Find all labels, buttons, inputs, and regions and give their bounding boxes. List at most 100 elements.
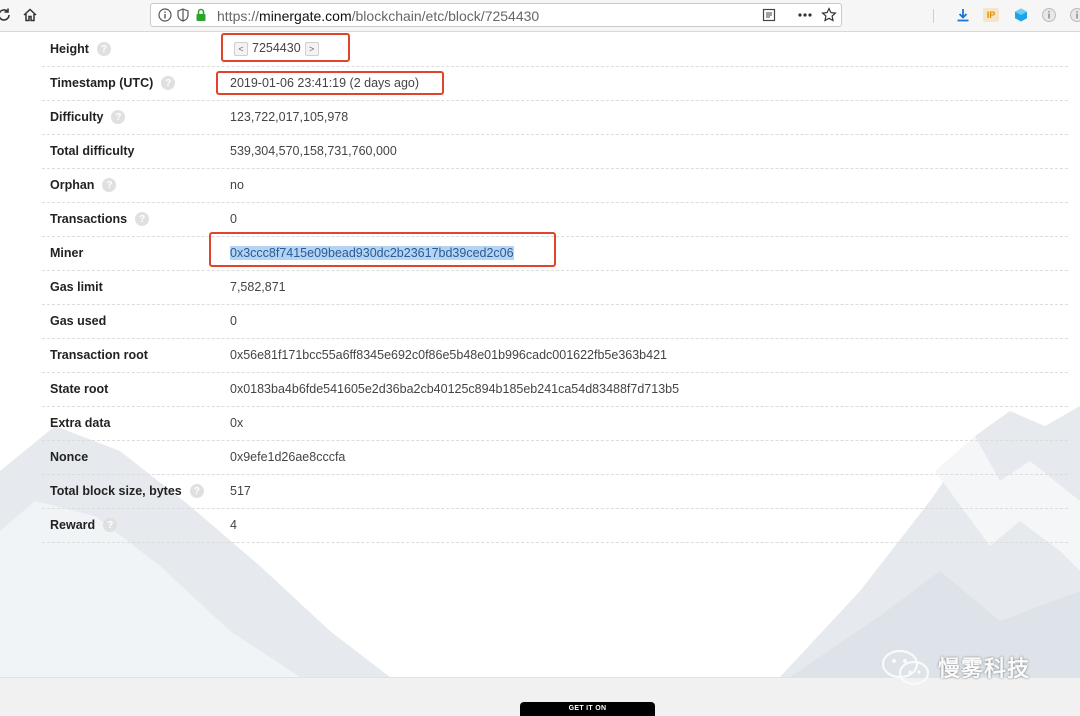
row-label-text: Timestamp (UTC): [50, 76, 153, 90]
row-nonce: Nonce 0x9efe1d26ae8cccfa: [42, 441, 1068, 475]
row-label-text: Gas used: [50, 314, 106, 328]
extension-info-icon[interactable]: [1039, 5, 1059, 25]
row-value-text: 0: [230, 212, 237, 226]
cube-extension-icon[interactable]: [1011, 5, 1031, 25]
row-value-text: no: [230, 178, 244, 192]
row-label-text: Height: [50, 42, 89, 56]
wechat-icon: [880, 648, 932, 686]
reader-view-icon[interactable]: [761, 7, 777, 23]
row-state-root: State root 0x0183ba4b6fde541605e2d36ba2cb…: [42, 373, 1068, 407]
row-value-text: 0x9efe1d26ae8cccfa: [230, 450, 345, 464]
browser-toolbar: https://minergate.com/blockchain/etc/blo…: [0, 0, 1080, 32]
row-value: 0x0183ba4b6fde541605e2d36ba2cb40125c894b…: [230, 382, 679, 396]
download-icon[interactable]: [953, 5, 973, 25]
row-label: Nonce: [50, 450, 88, 464]
row-value: 539,304,570,158,731,760,000: [230, 144, 397, 158]
row-value-text: 0: [230, 314, 237, 328]
row-value: 0x9efe1d26ae8cccfa: [230, 450, 345, 464]
row-label: Transactions?: [50, 212, 149, 226]
row-label: Transaction root: [50, 348, 148, 362]
row-value: 0x56e81f171bcc55a6ff8345e692c0f86e5b48e0…: [230, 348, 667, 362]
address-bar[interactable]: https://minergate.com/blockchain/etc/blo…: [150, 3, 842, 27]
row-label: Gas limit: [50, 280, 103, 294]
row-value: 4: [230, 518, 237, 532]
ip-extension-icon[interactable]: IP: [981, 5, 1001, 25]
row-label: Height?: [50, 42, 111, 56]
extension-info-icon-2[interactable]: [1067, 5, 1080, 25]
reload-icon[interactable]: [0, 5, 14, 25]
url-text[interactable]: https://minergate.com/blockchain/etc/blo…: [217, 8, 539, 24]
row-label-text: Gas limit: [50, 280, 103, 294]
row-label-text: Total block size, bytes: [50, 484, 182, 498]
row-label: Miner: [50, 246, 83, 260]
row-label-text: Transaction root: [50, 348, 148, 362]
row-label-text: Difficulty: [50, 110, 103, 124]
row-label-text: Transactions: [50, 212, 127, 226]
bookmark-star-icon[interactable]: [821, 7, 837, 23]
help-icon[interactable]: ?: [135, 212, 149, 226]
watermark-text: 慢雾科技: [938, 651, 1030, 683]
app-store-badge[interactable]: GET IT ON: [520, 702, 655, 716]
block-details-table: Height?<7254430>Timestamp (UTC)?2019-01-…: [42, 33, 1068, 543]
row-value-text: 539,304,570,158,731,760,000: [230, 144, 397, 158]
row-label-text: Total difficulty: [50, 144, 135, 158]
row-label: Difficulty?: [50, 110, 125, 124]
row-gas-used: Gas used 0: [42, 305, 1068, 339]
row-total-difficulty: Total difficulty 539,304,570,158,731,760,…: [42, 135, 1068, 169]
help-icon[interactable]: ?: [111, 110, 125, 124]
row-value-text: 517: [230, 484, 251, 498]
row-label: Total difficulty: [50, 144, 135, 158]
help-icon[interactable]: ?: [102, 178, 116, 192]
row-label-text: Reward: [50, 518, 95, 532]
row-label: Total block size, bytes?: [50, 484, 204, 498]
row-label-text: State root: [50, 382, 108, 396]
help-icon[interactable]: ?: [103, 518, 117, 532]
row-label: Orphan?: [50, 178, 116, 192]
help-icon[interactable]: ?: [97, 42, 111, 56]
row-value-text: 123,722,017,105,978: [230, 110, 348, 124]
row-difficulty: Difficulty? 123,722,017,105,978: [42, 101, 1068, 135]
row-reward: Reward? 4: [42, 509, 1068, 543]
url-domain: minergate.com: [259, 8, 352, 24]
row-label-text: Nonce: [50, 450, 88, 464]
row-gas-limit: Gas limit 7,582,871: [42, 271, 1068, 305]
highlight-box-timestamp: [216, 71, 444, 95]
row-label: Gas used: [50, 314, 106, 328]
help-icon[interactable]: ?: [190, 484, 204, 498]
row-value: 0: [230, 212, 237, 226]
help-icon[interactable]: ?: [161, 76, 175, 90]
row-label: State root: [50, 382, 108, 396]
row-label: Extra data: [50, 416, 110, 430]
url-scheme: https://: [217, 8, 259, 24]
row-total-block-size-bytes: Total block size, bytes? 517: [42, 475, 1068, 509]
row-label-text: Orphan: [50, 178, 94, 192]
row-transaction-root: Transaction root 0x56e81f171bcc55a6ff8345…: [42, 339, 1068, 373]
row-value: 0x: [230, 416, 243, 430]
row-extra-data: Extra data 0x: [42, 407, 1068, 441]
row-value-text: 0x56e81f171bcc55a6ff8345e692c0f86e5b48e0…: [230, 348, 667, 362]
row-value: 7,582,871: [230, 280, 286, 294]
row-value: 0: [230, 314, 237, 328]
row-timestamp-utc: Timestamp (UTC)?2019-01-06 23:41:19 (2 d…: [42, 67, 1068, 101]
secure-lock-icon[interactable]: [193, 7, 209, 23]
url-separator: [933, 9, 934, 23]
row-orphan: Orphan? no: [42, 169, 1068, 203]
row-value-text: 7,582,871: [230, 280, 286, 294]
row-value: no: [230, 178, 244, 192]
row-value: 517: [230, 484, 251, 498]
row-label: Reward?: [50, 518, 117, 532]
page-actions-icon[interactable]: [797, 7, 813, 23]
home-icon[interactable]: [20, 5, 40, 25]
highlight-box-miner: [209, 232, 556, 267]
row-value-text: 0x: [230, 416, 243, 430]
row-value-text: 4: [230, 518, 237, 532]
ip-badge-text: IP: [983, 8, 999, 22]
url-path: /blockchain/etc/block/7254430: [352, 8, 540, 24]
row-label: Timestamp (UTC)?: [50, 76, 175, 90]
tracking-shield-icon[interactable]: [175, 7, 191, 23]
row-label-text: Miner: [50, 246, 83, 260]
row-value: 123,722,017,105,978: [230, 110, 348, 124]
info-icon[interactable]: [157, 7, 173, 23]
row-value-text: 0x0183ba4b6fde541605e2d36ba2cb40125c894b…: [230, 382, 679, 396]
watermark: 慢雾科技: [880, 648, 1030, 686]
